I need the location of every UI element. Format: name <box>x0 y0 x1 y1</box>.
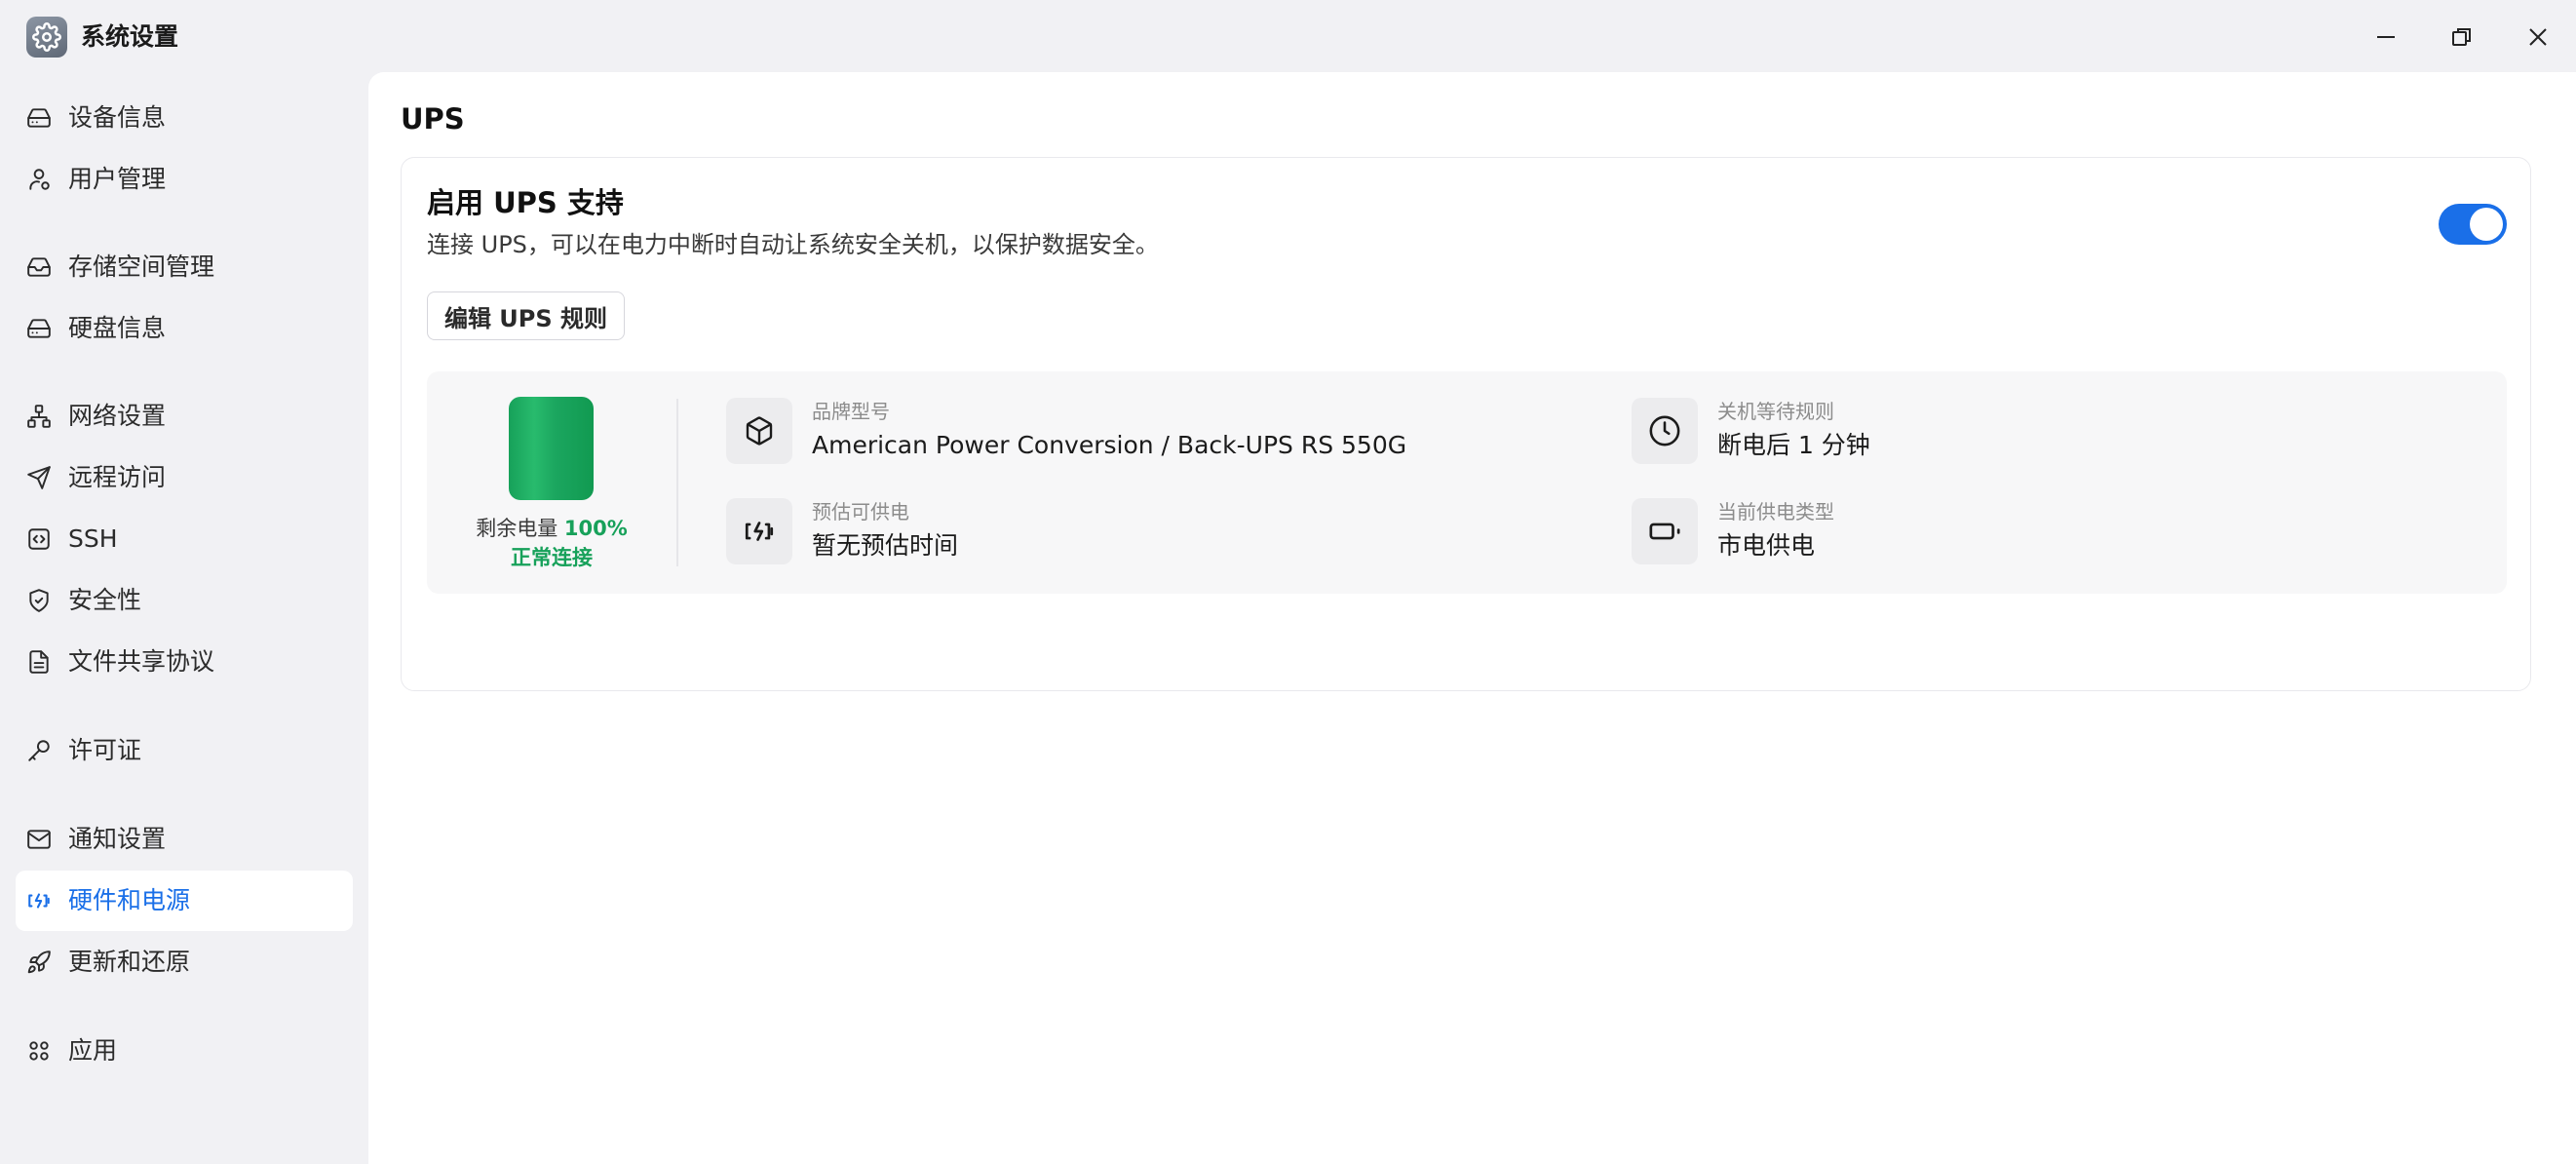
ups-description: 连接 UPS，可以在电力中断时自动让系统安全关机，以保护数据安全。 <box>427 231 1159 258</box>
toggle-knob <box>2470 208 2503 241</box>
info-label: 品牌型号 <box>812 400 890 423</box>
inbox-icon <box>25 253 53 281</box>
gear-icon <box>26 17 67 58</box>
info-model: 品牌型号 American Power Conversion / Back-UP… <box>726 398 1506 468</box>
drive-icon <box>25 315 53 342</box>
sidebar-item-label: 硬件和电源 <box>68 886 191 914</box>
info-estimated-runtime: 预估可供电 暂无预估时间 <box>726 498 1506 568</box>
info-value: 暂无预估时间 <box>812 531 959 560</box>
sidebar-item-label: 远程访问 <box>68 463 167 491</box>
drive-icon <box>25 104 53 132</box>
close-button[interactable] <box>2516 15 2560 59</box>
ups-enable-toggle[interactable] <box>2439 204 2507 245</box>
info-value: American Power Conversion / Back-UPS RS … <box>812 431 1407 459</box>
sidebar-item-apps[interactable]: 应用 <box>16 1021 353 1081</box>
info-shutdown-rule: 关机等待规则 断电后 1 分钟 <box>1632 398 2411 468</box>
page-title: UPS <box>401 102 465 136</box>
battery-percent: 100% <box>563 517 628 540</box>
connection-status: 正常连接 <box>511 546 593 569</box>
sidebar-item-remote-access[interactable]: 远程访问 <box>16 447 353 508</box>
sidebar-item-label: 安全性 <box>68 586 142 614</box>
sidebar-item-label: 网络设置 <box>68 402 167 430</box>
sidebar-item-storage[interactable]: 存储空间管理 <box>16 237 353 297</box>
sidebar-item-update-restore[interactable]: 更新和还原 <box>16 932 353 992</box>
battery-remaining-label: 剩余电量 <box>476 517 558 540</box>
maximize-button[interactable] <box>2440 15 2484 59</box>
shield-icon <box>25 587 53 614</box>
info-label: 关机等待规则 <box>1717 400 1834 423</box>
minimize-icon <box>2377 36 2395 38</box>
battery-icon <box>1632 498 1698 564</box>
sidebar-item-user-management[interactable]: 用户管理 <box>16 149 353 210</box>
sidebar-item-hardware-power[interactable]: 硬件和电源 <box>16 871 353 931</box>
box-icon <box>726 398 792 464</box>
sidebar-item-label: 更新和还原 <box>68 948 191 976</box>
ups-enable-heading: 启用 UPS 支持 <box>427 186 624 219</box>
sidebar-item-network[interactable]: 网络设置 <box>16 386 353 446</box>
sidebar-item-label: 用户管理 <box>68 165 167 193</box>
sidebar-item-label: 应用 <box>68 1036 118 1065</box>
window-title: 系统设置 <box>81 22 179 51</box>
apps-icon <box>25 1037 53 1065</box>
mail-icon <box>25 826 53 853</box>
clock-icon <box>1632 398 1698 464</box>
info-power-source: 当前供电类型 市电供电 <box>1632 498 2411 568</box>
sidebar-item-label: SSH <box>68 524 118 553</box>
network-icon <box>25 403 53 430</box>
sidebar-item-label: 文件共享协议 <box>68 647 215 676</box>
close-icon <box>2529 28 2547 46</box>
user-icon <box>25 166 53 193</box>
send-icon <box>25 464 53 491</box>
info-label: 当前供电类型 <box>1717 500 1834 524</box>
restore-icon <box>2452 28 2471 46</box>
edit-ups-rules-button[interactable]: 编辑 UPS 规则 <box>427 291 625 340</box>
sidebar-item-license[interactable]: 许可证 <box>16 720 353 781</box>
key-icon <box>25 737 53 764</box>
battery-level-indicator <box>509 397 594 500</box>
document-icon <box>25 648 53 676</box>
sidebar-item-label: 存储空间管理 <box>68 252 215 281</box>
battery-remaining: 剩余电量 100% <box>427 515 676 542</box>
sidebar-item-file-sharing[interactable]: 文件共享协议 <box>16 632 353 692</box>
info-value: 断电后 1 分钟 <box>1717 431 1870 459</box>
battery-charging-icon <box>726 498 792 564</box>
divider <box>676 399 678 566</box>
rocket-icon <box>25 949 53 976</box>
sidebar-item-label: 许可证 <box>68 736 142 764</box>
sidebar-item-security[interactable]: 安全性 <box>16 570 353 631</box>
main-content: UPS 启用 UPS 支持 连接 UPS，可以在电力中断时自动让系统安全关机，以… <box>368 72 2576 1164</box>
ups-status-panel: 剩余电量 100% 正常连接 品牌型号 American Power Conve… <box>427 371 2507 594</box>
sidebar-item-device-info[interactable]: 设备信息 <box>16 88 353 148</box>
code-icon <box>25 525 53 553</box>
sidebar-item-disk-info[interactable]: 硬盘信息 <box>16 298 353 359</box>
sidebar-item-ssh[interactable]: SSH <box>16 509 353 569</box>
battery-charging-icon <box>25 887 53 914</box>
sidebar-item-label: 通知设置 <box>68 825 167 853</box>
title-bar: 系统设置 <box>0 0 2576 72</box>
info-label: 预估可供电 <box>812 500 909 524</box>
sidebar-item-label: 设备信息 <box>68 103 167 132</box>
sidebar-item-notifications[interactable]: 通知设置 <box>16 809 353 870</box>
sidebar-item-label: 硬盘信息 <box>68 314 167 342</box>
ups-settings-card: 启用 UPS 支持 连接 UPS，可以在电力中断时自动让系统安全关机，以保护数据… <box>401 157 2531 691</box>
info-value: 市电供电 <box>1717 531 1816 560</box>
minimize-button[interactable] <box>2364 15 2408 59</box>
